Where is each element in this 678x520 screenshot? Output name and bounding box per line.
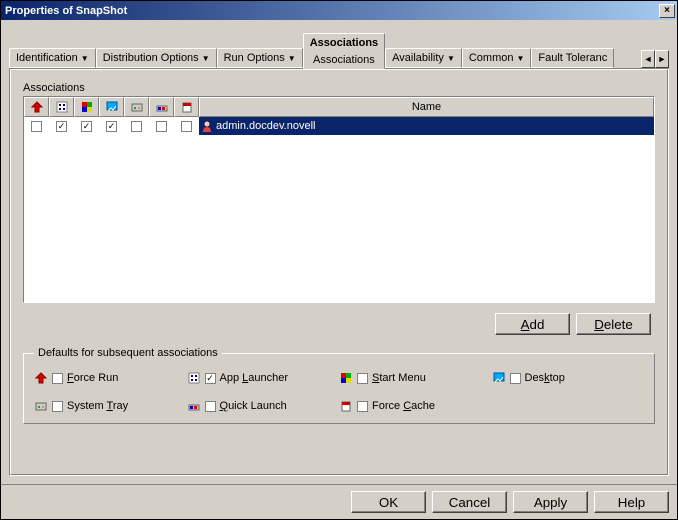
dropdown-arrow-icon: ▼ bbox=[516, 54, 524, 63]
force-cache-icon bbox=[339, 399, 353, 413]
col-force-run[interactable] bbox=[24, 97, 49, 117]
user-icon bbox=[201, 120, 213, 132]
system-tray-checkbox[interactable] bbox=[52, 401, 63, 412]
table-row[interactable]: ✓ ✓ ✓ admin.docdev.novell bbox=[24, 117, 654, 135]
force-run-icon bbox=[30, 100, 44, 114]
check-system-tray[interactable] bbox=[131, 121, 142, 132]
system-tray-icon bbox=[34, 399, 48, 413]
check-desktop[interactable]: ✓ bbox=[106, 121, 117, 132]
desktop-checkbox[interactable] bbox=[510, 373, 521, 384]
delete-button[interactable]: Delete bbox=[576, 313, 651, 335]
help-button[interactable]: Help bbox=[594, 491, 669, 513]
start-menu-checkbox[interactable] bbox=[357, 373, 368, 384]
tab-common[interactable]: Common▼ bbox=[462, 48, 532, 68]
tab-availability[interactable]: Availability▼ bbox=[385, 48, 462, 68]
col-force-cache[interactable] bbox=[174, 97, 199, 117]
default-start-menu: Start Menu bbox=[339, 371, 492, 385]
window-title: Properties of SnapShot bbox=[5, 5, 659, 17]
dropdown-arrow-icon: ▼ bbox=[202, 54, 210, 63]
default-desktop: Desktop bbox=[492, 371, 645, 385]
col-desktop[interactable] bbox=[99, 97, 124, 117]
tab-scroll-left[interactable]: ◄ bbox=[641, 50, 655, 68]
default-quick-launch: Quick Launch bbox=[187, 399, 340, 413]
ok-button[interactable]: OK bbox=[351, 491, 426, 513]
associations-grid: Name ✓ ✓ ✓ admin.docdev.novell bbox=[23, 96, 655, 303]
app-launcher-checkbox[interactable]: ✓ bbox=[205, 373, 216, 384]
associations-label: Associations bbox=[23, 82, 655, 94]
tab-run-options[interactable]: Run Options▼ bbox=[217, 48, 303, 68]
col-name[interactable]: Name bbox=[199, 97, 654, 117]
check-force-run[interactable] bbox=[31, 121, 42, 132]
desktop-icon bbox=[105, 100, 119, 114]
check-force-cache[interactable] bbox=[181, 121, 192, 132]
apply-button[interactable]: Apply bbox=[513, 491, 588, 513]
quick-launch-icon bbox=[187, 399, 201, 413]
desktop-icon bbox=[492, 371, 506, 385]
defaults-group: Defaults for subsequent associations For… bbox=[23, 347, 655, 424]
dialog-footer: OK Cancel Apply Help bbox=[1, 484, 677, 519]
quick-launch-checkbox[interactable] bbox=[205, 401, 216, 412]
tab-strip: Identification▼ Distribution Options▼ Ru… bbox=[9, 30, 669, 68]
dropdown-arrow-icon: ▼ bbox=[447, 54, 455, 63]
force-cache-icon bbox=[180, 100, 194, 114]
dropdown-arrow-icon: ▼ bbox=[81, 54, 89, 63]
titlebar: Properties of SnapShot × bbox=[1, 1, 677, 20]
tab-distribution-options[interactable]: Distribution Options▼ bbox=[96, 48, 217, 68]
check-quick-launch[interactable] bbox=[156, 121, 167, 132]
add-button[interactable]: Add bbox=[495, 313, 570, 335]
tab-fault-tolerance[interactable]: Fault Toleranc bbox=[531, 48, 614, 68]
default-system-tray: System Tray bbox=[34, 399, 187, 413]
grid-header: Name bbox=[24, 97, 654, 117]
tab-scroll-right[interactable]: ► bbox=[655, 50, 669, 68]
grid-body[interactable]: ✓ ✓ ✓ admin.docdev.novell bbox=[24, 117, 654, 302]
quick-launch-icon bbox=[155, 100, 169, 114]
dropdown-arrow-icon: ▼ bbox=[288, 54, 296, 63]
tab-associations-subtitle: Associations bbox=[313, 54, 375, 66]
default-force-cache: Force Cache bbox=[339, 399, 492, 413]
col-start-menu[interactable] bbox=[74, 97, 99, 117]
tab-associations[interactable]: Associations Associations bbox=[303, 33, 385, 69]
start-menu-icon bbox=[80, 100, 94, 114]
col-system-tray[interactable] bbox=[124, 97, 149, 117]
check-start-menu[interactable]: ✓ bbox=[81, 121, 92, 132]
app-launcher-icon bbox=[187, 371, 201, 385]
row-name-cell[interactable]: admin.docdev.novell bbox=[199, 117, 654, 135]
force-cache-checkbox[interactable] bbox=[357, 401, 368, 412]
app-launcher-icon bbox=[55, 100, 69, 114]
default-force-run: Force Run bbox=[34, 371, 187, 385]
cancel-button[interactable]: Cancel bbox=[432, 491, 507, 513]
force-run-checkbox[interactable] bbox=[52, 373, 63, 384]
force-run-icon bbox=[34, 371, 48, 385]
default-app-launcher: ✓ App Launcher bbox=[187, 371, 340, 385]
defaults-legend: Defaults for subsequent associations bbox=[34, 347, 222, 359]
col-quick-launch[interactable] bbox=[149, 97, 174, 117]
close-button[interactable]: × bbox=[659, 4, 675, 18]
start-menu-icon bbox=[339, 371, 353, 385]
tab-identification[interactable]: Identification▼ bbox=[9, 48, 96, 68]
system-tray-icon bbox=[130, 100, 144, 114]
col-app-launcher[interactable] bbox=[49, 97, 74, 117]
check-app-launcher[interactable]: ✓ bbox=[56, 121, 67, 132]
